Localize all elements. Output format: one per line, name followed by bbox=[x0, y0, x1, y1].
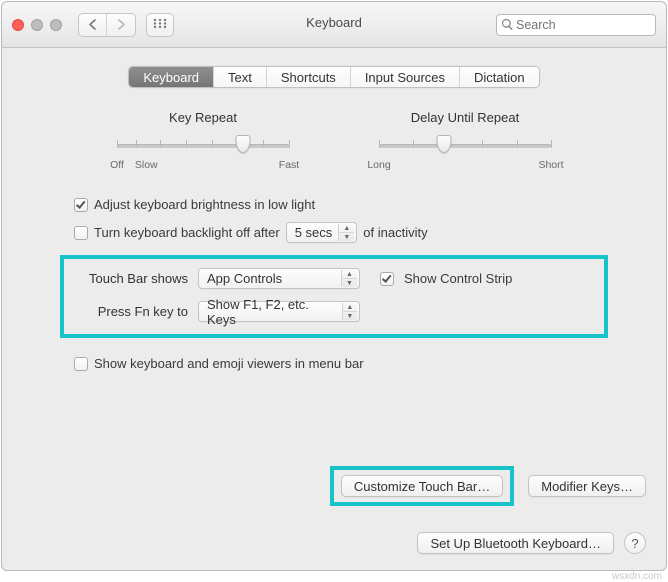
backlight-off-checkbox[interactable] bbox=[74, 226, 88, 240]
key-repeat-title: Key Repeat bbox=[117, 110, 289, 125]
highlighted-touchbar-section: Touch Bar shows App Controls ▲▼ Show Con… bbox=[60, 255, 608, 338]
delay-repeat-title: Delay Until Repeat bbox=[379, 110, 551, 125]
nav-back-button[interactable] bbox=[79, 14, 107, 36]
show-control-strip-checkbox[interactable] bbox=[380, 272, 394, 286]
slider-thumb-icon[interactable] bbox=[235, 135, 250, 153]
show-all-button[interactable] bbox=[146, 13, 174, 37]
stepper-icon[interactable]: ▲▼ bbox=[341, 270, 357, 287]
key-repeat-slider[interactable] bbox=[117, 135, 289, 157]
search-input[interactable] bbox=[514, 17, 651, 33]
tab-keyboard[interactable]: Keyboard bbox=[129, 67, 214, 87]
search-field[interactable] bbox=[496, 14, 656, 36]
key-repeat-block: Key Repeat Off Slow Fast bbox=[117, 110, 289, 173]
label-slow: Slow bbox=[135, 159, 158, 171]
press-fn-label: Press Fn key to bbox=[76, 304, 188, 319]
stepper-icon[interactable]: ▲▼ bbox=[342, 303, 357, 320]
touchbar-shows-value: App Controls bbox=[207, 271, 282, 286]
backlight-off-prefix: Turn keyboard backlight off after bbox=[94, 225, 280, 240]
tab-text[interactable]: Text bbox=[214, 67, 267, 87]
nav-back-forward bbox=[78, 13, 136, 37]
traffic-lights bbox=[12, 19, 62, 31]
show-viewers-row: Show keyboard and emoji viewers in menu … bbox=[74, 356, 646, 371]
highlighted-customize-button: Customize Touch Bar… bbox=[330, 466, 514, 506]
label-fast: Fast bbox=[279, 159, 299, 171]
search-icon bbox=[501, 18, 514, 31]
backlight-timeout-popup[interactable]: 5 secs ▲▼ bbox=[286, 222, 358, 243]
backlight-timeout-value: 5 secs bbox=[295, 225, 333, 240]
touchbar-shows-label: Touch Bar shows bbox=[76, 271, 188, 286]
help-button[interactable]: ? bbox=[624, 532, 646, 554]
show-viewers-label: Show keyboard and emoji viewers in menu … bbox=[94, 356, 364, 371]
label-short: Short bbox=[538, 159, 563, 171]
grid-icon bbox=[153, 18, 167, 31]
maximize-icon[interactable] bbox=[50, 19, 62, 31]
show-viewers-checkbox[interactable] bbox=[74, 357, 88, 371]
backlight-off-suffix: of inactivity bbox=[363, 225, 427, 240]
slider-thumb-icon[interactable] bbox=[437, 135, 452, 153]
nav-forward-button[interactable] bbox=[107, 14, 135, 36]
label-long: Long bbox=[367, 159, 390, 171]
close-icon[interactable] bbox=[12, 19, 24, 31]
tab-shortcuts[interactable]: Shortcuts bbox=[267, 67, 351, 87]
customize-touchbar-button[interactable]: Customize Touch Bar… bbox=[341, 475, 503, 497]
touchbar-shows-popup[interactable]: App Controls ▲▼ bbox=[198, 268, 360, 289]
tabs: Keyboard Text Shortcuts Input Sources Di… bbox=[128, 66, 539, 88]
delay-repeat-slider[interactable] bbox=[379, 135, 551, 157]
press-fn-value: Show F1, F2, etc. Keys bbox=[207, 297, 336, 327]
tab-input-sources[interactable]: Input Sources bbox=[351, 67, 460, 87]
show-control-strip-label: Show Control Strip bbox=[404, 271, 512, 286]
tab-dictation[interactable]: Dictation bbox=[460, 67, 539, 87]
setup-bluetooth-button[interactable]: Set Up Bluetooth Keyboard… bbox=[417, 532, 614, 554]
adjust-brightness-row: Adjust keyboard brightness in low light bbox=[74, 197, 646, 212]
delay-repeat-block: Delay Until Repeat Long Short bbox=[379, 110, 551, 173]
adjust-brightness-label: Adjust keyboard brightness in low light bbox=[94, 197, 315, 212]
press-fn-popup[interactable]: Show F1, F2, etc. Keys ▲▼ bbox=[198, 301, 360, 322]
stepper-icon[interactable]: ▲▼ bbox=[338, 224, 354, 241]
adjust-brightness-checkbox[interactable] bbox=[74, 198, 88, 212]
label-off: Off bbox=[110, 159, 124, 171]
watermark: wsxdn.com bbox=[612, 571, 662, 582]
window-titlebar: Keyboard bbox=[2, 2, 666, 48]
minimize-icon[interactable] bbox=[31, 19, 43, 31]
modifier-keys-button[interactable]: Modifier Keys… bbox=[528, 475, 646, 497]
backlight-off-row: Turn keyboard backlight off after 5 secs… bbox=[74, 222, 646, 243]
